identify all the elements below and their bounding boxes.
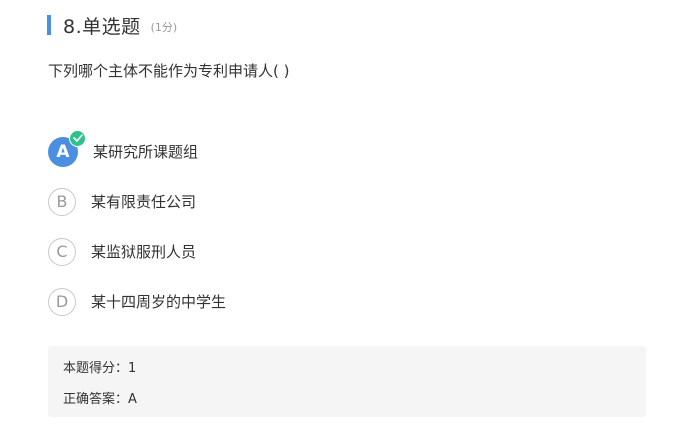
- score-label: 本题得分：: [63, 361, 129, 376]
- option-a-text: 某研究所课题组: [93, 143, 199, 161]
- option-b-letter: B: [56, 192, 68, 211]
- option-d-circle[interactable]: D: [48, 287, 76, 316]
- option-d-letter: D: [55, 292, 69, 311]
- option-b-text: 某有限责任公司: [91, 193, 197, 211]
- option-a-circle[interactable]: A: [48, 129, 86, 167]
- option-c-text: 某监狱服刑人员: [91, 243, 197, 261]
- question-text: 下列哪个主体不能作为专利申请人( ): [48, 62, 290, 80]
- option-c-letter: C: [56, 242, 68, 261]
- correct-answer-value: A: [128, 392, 137, 407]
- score-line: 本题得分：1: [63, 357, 136, 376]
- option-d-text: 某十四周岁的中学生: [91, 293, 227, 311]
- header-accent-bar: [47, 15, 51, 35]
- option-c-circle[interactable]: C: [48, 237, 76, 266]
- question-title: 8.单选题: [63, 15, 141, 38]
- option-b[interactable]: B 某有限责任公司: [48, 186, 196, 217]
- option-d[interactable]: D 某十四周岁的中学生: [48, 286, 226, 317]
- question-header: 8.单选题 (1分): [47, 14, 178, 38]
- option-a[interactable]: A 某研究所课题组: [48, 129, 199, 167]
- correct-answer-label: 正确答案：: [63, 392, 129, 407]
- correct-answer-line: 正确答案：A: [63, 388, 137, 407]
- option-b-circle[interactable]: B: [48, 187, 76, 216]
- question-score: (1分): [150, 21, 178, 34]
- score-value: 1: [128, 361, 137, 376]
- option-c[interactable]: C 某监狱服刑人员: [48, 236, 196, 267]
- option-a-letter: A: [56, 141, 70, 162]
- answer-panel: 本题得分：1 正确答案：A: [48, 346, 646, 417]
- check-icon: [69, 129, 86, 147]
